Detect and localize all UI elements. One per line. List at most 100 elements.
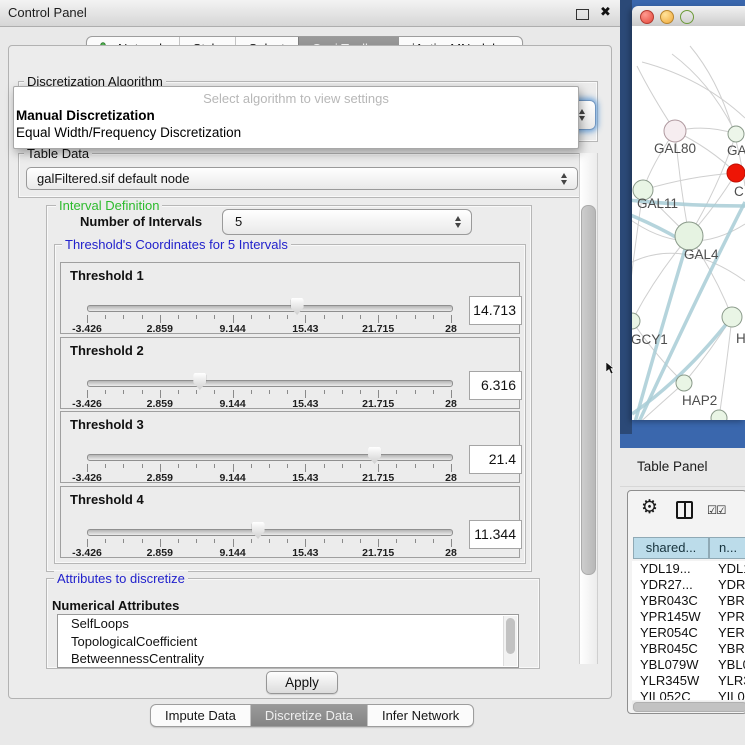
slider-tick [178, 539, 179, 543]
threshold-3-slider-thumb[interactable] [368, 447, 381, 464]
table-hscrollbar-thumb[interactable] [633, 702, 745, 712]
table-data-value: galFiltered.sif default node [37, 168, 189, 189]
cell-shared-name: YDL19... [640, 561, 691, 577]
tab-discretize-data[interactable]: Discretize Data [250, 705, 367, 726]
cell-name: YPR1 [718, 609, 745, 625]
slider-tick [160, 464, 161, 472]
network-edge[interactable] [642, 62, 745, 118]
threshold-2-panel: Threshold 2 -3.4262.8599.14415.4321.7152… [60, 337, 520, 409]
slider-tick-label: 15.43 [292, 472, 318, 484]
slider-tick [287, 539, 288, 543]
network-node-label: GAL4 [684, 247, 719, 262]
checkbox-icons[interactable]: ☑☑ [707, 503, 726, 517]
apply-button[interactable]: Apply [266, 671, 338, 694]
network-node-label: GAL11 [637, 196, 678, 211]
numerical-attribute-item[interactable]: BetweennessCentrality [58, 650, 518, 668]
slider-tick [178, 390, 179, 394]
threshold-1-slider-thumb[interactable] [291, 298, 304, 315]
thresholds-group-label: Threshold's Coordinates for 5 Intervals [62, 237, 291, 252]
slider-tick [378, 539, 379, 547]
float-window-icon[interactable] [576, 9, 589, 20]
dropdown-item-equal-width-frequency[interactable]: Equal Width/Frequency Discretization [16, 125, 241, 140]
list-scrollbar-track[interactable] [503, 616, 517, 666]
split-view-icon[interactable] [676, 501, 693, 519]
table-row[interactable]: YBR043CYBR0 [632, 593, 745, 609]
tab-infer-network[interactable]: Infer Network [367, 705, 473, 726]
network-node[interactable] [664, 120, 686, 142]
network-node[interactable] [675, 222, 703, 250]
slider-tick [105, 539, 106, 543]
table-panel-title: Table Panel [637, 459, 708, 474]
table-row[interactable]: YER054CYER0 [632, 625, 745, 641]
table-row[interactable]: YIL052CYIL0 [632, 689, 745, 700]
close-icon[interactable]: ✖ [600, 4, 611, 20]
network-node[interactable] [632, 313, 640, 329]
slider-tick-label: -3.426 [72, 472, 102, 484]
numerical-attributes-list[interactable]: SelfLoopsTopologicalCoefficientBetweenne… [57, 614, 519, 668]
cell-shared-name: YBL079W [640, 657, 699, 673]
network-node[interactable] [722, 307, 742, 327]
slider-tick [269, 390, 270, 394]
slider-tick-label: 15.43 [292, 547, 318, 559]
threshold-4-slider-thumb[interactable] [252, 522, 265, 539]
slider-tick [123, 464, 124, 468]
threshold-3-slider-track[interactable] [87, 454, 453, 461]
network-node[interactable] [727, 164, 745, 182]
cell-shared-name: YER054C [640, 625, 698, 641]
threshold-1-panel: Threshold 1 -3.4262.8599.14415.4321.7152… [60, 262, 520, 334]
slider-tick-label: 9.144 [219, 398, 245, 410]
threshold-2-value-field[interactable]: 6.316 [469, 371, 522, 400]
network-edge[interactable] [632, 321, 684, 383]
slider-tick [396, 390, 397, 394]
network-node[interactable] [676, 375, 692, 391]
threshold-1-slider-track[interactable] [87, 305, 453, 312]
numerical-attribute-item[interactable]: SelfLoops [58, 615, 518, 633]
slider-tick [433, 315, 434, 319]
slider-tick [105, 390, 106, 394]
threshold-4-value-field[interactable]: 11.344 [469, 520, 522, 549]
network-view-window[interactable]: GAL80GACGAL11GAL4GCY1HHAP2 [632, 6, 745, 420]
settings-gear-icon[interactable]: ⚙ [641, 498, 658, 517]
slider-tick [433, 539, 434, 543]
minimize-traffic-light-icon[interactable] [660, 10, 674, 24]
network-edge[interactable] [632, 236, 689, 321]
network-canvas[interactable]: GAL80GACGAL11GAL4GCY1HHAP2 [632, 26, 745, 420]
table-row[interactable]: YDR27...YDR2 [632, 577, 745, 593]
column-header-shared-name[interactable]: shared... [633, 537, 709, 559]
cell-name: YBR0 [718, 641, 745, 657]
dropdown-item-manual-discretization[interactable]: Manual Discretization [16, 108, 155, 123]
threshold-2-slider-thumb[interactable] [193, 373, 206, 390]
network-node[interactable] [711, 410, 727, 420]
network-node[interactable] [728, 126, 744, 142]
number-of-intervals-combobox[interactable]: 5 [222, 209, 472, 235]
table-row[interactable]: YDL19...YDL1 [632, 561, 745, 577]
table-row[interactable]: YPR145WYPR1 [632, 609, 745, 625]
table-row[interactable]: YBR045CYBR0 [632, 641, 745, 657]
table-row[interactable]: YLR345WYLR3 [632, 673, 745, 689]
tab-impute-data[interactable]: Impute Data [151, 705, 250, 726]
cell-name: YLR3 [718, 673, 745, 689]
threshold-2-label: Threshold 2 [70, 343, 144, 358]
slider-tick [305, 315, 306, 323]
cell-shared-name: YBR043C [640, 593, 698, 609]
numerical-attribute-item[interactable]: TopologicalCoefficient [58, 633, 518, 651]
network-edge[interactable] [643, 173, 736, 190]
table-hscrollbar-track[interactable] [632, 701, 745, 710]
zoom-traffic-light-icon[interactable] [680, 10, 694, 24]
threshold-3-value-field[interactable]: 21.4 [469, 445, 522, 474]
network-edge-thick[interactable] [632, 214, 679, 239]
threshold-2-slider-track[interactable] [87, 380, 453, 387]
threshold-3-panel: Threshold 3 -3.4262.8599.14415.4321.7152… [60, 411, 520, 483]
slider-tick-labels: -3.4262.8599.14415.4321.71528 [87, 323, 452, 334]
list-scrollbar-thumb[interactable] [506, 618, 515, 654]
slider-tick-label: 21.715 [362, 398, 394, 410]
threshold-4-slider-track[interactable] [87, 529, 453, 536]
close-traffic-light-icon[interactable] [640, 10, 654, 24]
column-header-name[interactable]: n... [709, 537, 745, 559]
table-data-combobox[interactable]: galFiltered.sif default node [26, 167, 578, 190]
number-of-intervals-value: 5 [235, 210, 242, 234]
table-row[interactable]: YBL079WYBL0 [632, 657, 745, 673]
threshold-1-value-field[interactable]: 14.713 [469, 296, 522, 325]
slider-tick [324, 539, 325, 543]
panel-scrollbar-thumb[interactable] [581, 205, 596, 575]
